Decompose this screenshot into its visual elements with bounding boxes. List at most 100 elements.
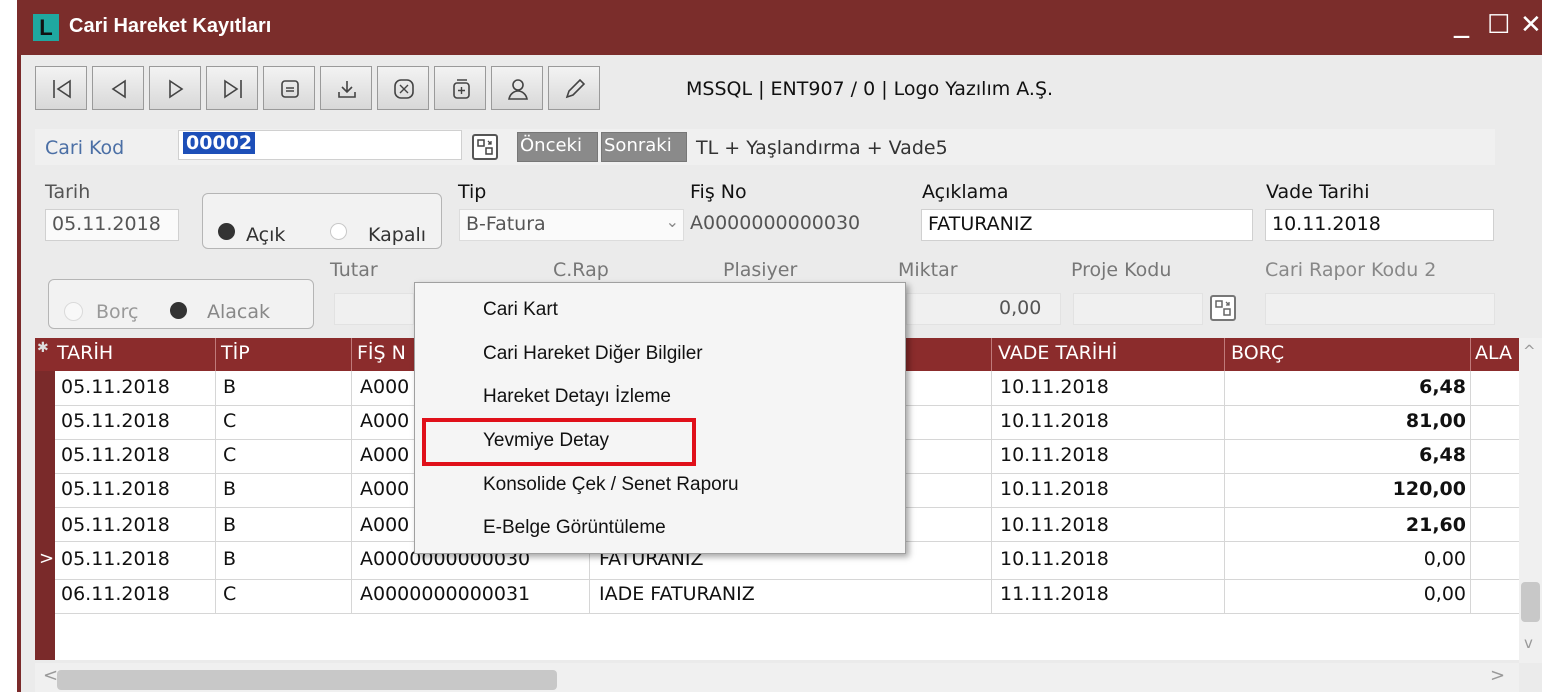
cell-fis: A000 — [360, 376, 410, 398]
cari-lookup-button[interactable] — [472, 134, 498, 160]
cell-borc: 6,48 — [1419, 376, 1466, 398]
aciklama-input[interactable]: FATURANIZ — [921, 209, 1253, 241]
col-divider — [351, 371, 352, 613]
crap-label: C.Rap — [553, 259, 609, 281]
cancel-icon — [394, 79, 414, 99]
chevron-down-icon: ⌄ — [665, 212, 679, 231]
alacak-radio[interactable] — [170, 302, 187, 319]
edit-button[interactable] — [548, 66, 600, 110]
row-indicator-column — [35, 338, 55, 660]
tutar-field[interactable] — [334, 293, 414, 325]
menu-item-hareket-detayi-izleme[interactable]: Hareket Detayı İzleme — [483, 386, 671, 408]
cell-tip: C — [223, 410, 237, 432]
cari-kod-input[interactable]: 00002 — [178, 130, 462, 160]
cell-tip: C — [223, 583, 237, 605]
next-record-icon — [169, 79, 184, 99]
fis-no-label: Fiş No — [690, 181, 747, 203]
cell-tarih: 05.11.2018 — [61, 478, 170, 500]
row-divider — [55, 613, 1535, 614]
cell-tarih: 05.11.2018 — [61, 376, 170, 398]
next-record-button[interactable] — [149, 66, 201, 110]
cell-vade: 10.11.2018 — [1000, 376, 1109, 398]
scroll-right-icon[interactable]: > — [1490, 665, 1505, 686]
list-button[interactable] — [263, 66, 315, 110]
close-button[interactable]: ✕ — [1520, 10, 1542, 40]
menu-item-cari-hareket-diger-bilgiler[interactable]: Cari Hareket Diğer Bilgiler — [483, 343, 703, 365]
title-bar: L Cari Hareket Kayıtları _ ☐ ✕ — [17, 0, 1542, 55]
onceki-button[interactable]: Önceki — [517, 132, 598, 162]
kapali-radio[interactable] — [330, 223, 347, 240]
save-button[interactable] — [320, 66, 372, 110]
menu-item-konsolide-cek-senet-raporu[interactable]: Konsolide Çek / Senet Raporu — [483, 474, 739, 496]
cancel-button[interactable] — [377, 66, 429, 110]
left-edge — [0, 0, 17, 692]
save-icon — [338, 81, 356, 98]
col-borc[interactable]: BORÇ — [1231, 342, 1284, 364]
cell-borc: 6,48 — [1419, 444, 1466, 466]
col-vade-tarihi[interactable]: VADE TARİHİ — [998, 342, 1117, 364]
proje-lookup-button[interactable] — [1210, 295, 1236, 321]
cari-rapor-kodu2-label: Cari Rapor Kodu 2 — [1265, 259, 1437, 281]
col-tarih[interactable]: TARİH — [57, 342, 113, 364]
first-record-icon — [53, 79, 71, 99]
edit-pencil-icon — [565, 78, 586, 99]
cell-tarih: 05.11.2018 — [61, 514, 170, 536]
cell-borc: 21,60 — [1405, 514, 1466, 536]
borc-radio[interactable] — [64, 302, 83, 321]
acik-radio[interactable] — [218, 223, 235, 240]
previous-record-button[interactable] — [92, 66, 144, 110]
vertical-scroll-thumb[interactable] — [1521, 582, 1540, 622]
tip-select[interactable]: B-Fatura ⌄ — [459, 209, 684, 241]
sonraki-button[interactable]: Sonraki — [601, 132, 687, 162]
fis-no-field[interactable]: A0000000000030 — [684, 209, 918, 241]
connection-info: MSSQL | ENT907 / 0 | Logo Yazılım A.Ş. — [686, 78, 1054, 100]
cell-fis: A0000000000031 — [360, 583, 531, 605]
cell-tarih: 05.11.2018 — [61, 410, 170, 432]
vade-tarihi-label: Vade Tarihi — [1266, 181, 1370, 203]
col-divider — [215, 371, 216, 613]
header-separator — [1470, 338, 1471, 371]
header-separator — [351, 338, 352, 371]
col-fis-no[interactable]: FİŞ N — [357, 342, 406, 364]
maximize-button[interactable]: ☐ — [1487, 10, 1510, 40]
cell-aciklama: IADE FATURANIZ — [599, 583, 755, 605]
cell-vade: 10.11.2018 — [1000, 478, 1109, 500]
col-alacak[interactable]: ALA — [1475, 342, 1512, 364]
cell-borc: 81,00 — [1405, 410, 1466, 432]
first-record-button[interactable] — [35, 66, 87, 110]
cari-rapor-kodu2-field[interactable] — [1265, 293, 1495, 325]
col-tip[interactable]: TİP — [221, 342, 250, 364]
col-divider — [1224, 371, 1225, 613]
scroll-up-icon[interactable]: ^ — [1523, 342, 1536, 360]
scroll-down-icon[interactable]: v — [1524, 634, 1533, 652]
header-separator — [215, 338, 216, 371]
scroll-left-icon[interactable]: < — [43, 665, 58, 686]
cell-vade: 10.11.2018 — [1000, 548, 1109, 570]
cari-kod-value: 00002 — [183, 132, 256, 154]
highlight-box — [422, 418, 696, 466]
row-divider — [55, 579, 1535, 580]
new-copy-button[interactable] — [434, 66, 486, 110]
tarih-field[interactable]: 05.11.2018 — [45, 209, 179, 241]
menu-item-cari-kart[interactable]: Cari Kart — [483, 299, 558, 321]
minimize-button[interactable]: _ — [1454, 4, 1469, 39]
cell-tarih: 05.11.2018 — [61, 548, 170, 570]
cari-kod-label: Cari Kod — [45, 137, 125, 159]
acik-label: Açık — [246, 224, 286, 246]
horizontal-scroll-thumb[interactable] — [57, 670, 557, 690]
cell-tip: C — [223, 444, 237, 466]
app-logo-icon: L — [33, 14, 59, 41]
miktar-field[interactable]: 0,00 — [906, 293, 1061, 325]
user-button[interactable] — [491, 66, 543, 110]
cell-fis: A000 — [360, 444, 410, 466]
tutar-label: Tutar — [330, 259, 378, 281]
proje-kodu-field[interactable] — [1073, 293, 1203, 325]
vade-tarihi-input[interactable]: 10.11.2018 — [1265, 209, 1494, 241]
new-copy-icon — [453, 79, 470, 99]
asterisk-icon: ✱ — [37, 340, 49, 356]
last-record-button[interactable] — [206, 66, 258, 110]
menu-item-e-belge-goruntuleme[interactable]: E-Belge Görüntüleme — [483, 517, 666, 539]
tarih-label: Tarih — [45, 181, 91, 203]
cell-tip: B — [223, 548, 237, 570]
cari-description: TL + Yaşlandırma + Vade5 — [696, 137, 948, 159]
